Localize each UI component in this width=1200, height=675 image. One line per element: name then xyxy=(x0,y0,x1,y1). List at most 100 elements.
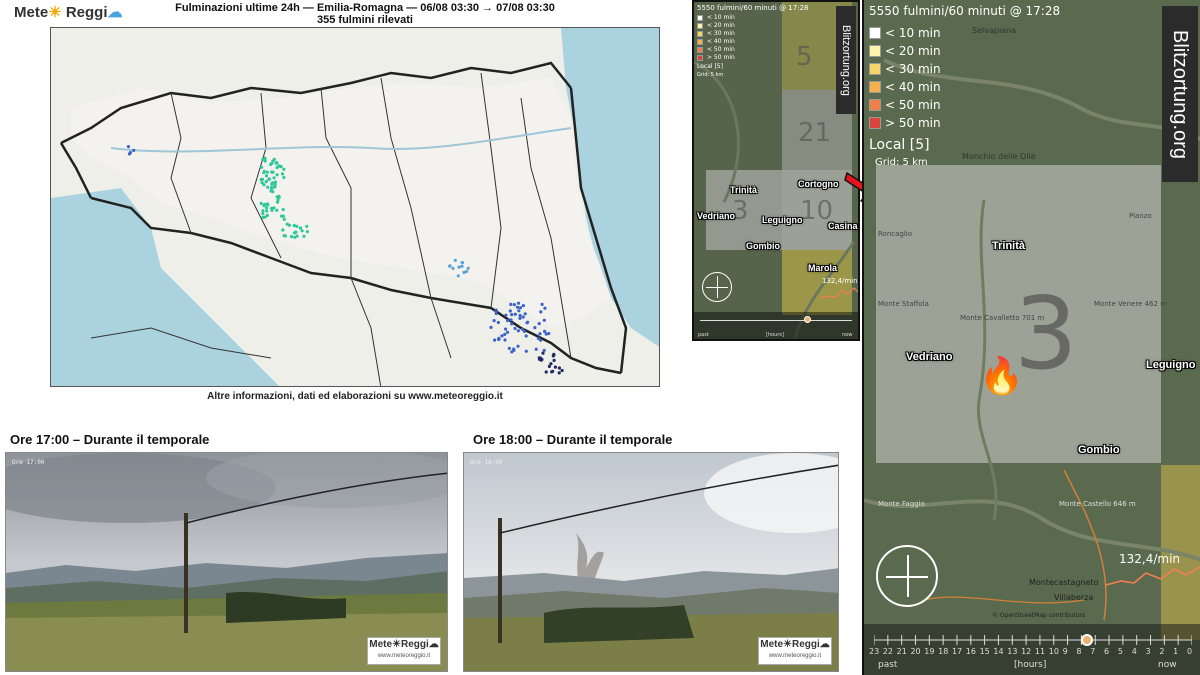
blitzortung-small-panel[interactable]: 5550 fulmini/60 minuti @ 17:28 < 10 min … xyxy=(692,0,860,341)
lightning-map[interactable] xyxy=(50,27,660,387)
webcam-caption: Ore 17:00 – Durante il temporale xyxy=(10,432,210,447)
place-label: Marola xyxy=(808,263,838,273)
strike-dot xyxy=(269,189,273,193)
strike-dot xyxy=(275,173,279,177)
legend-item: < 50 min xyxy=(697,46,735,54)
strike-dot xyxy=(269,162,273,167)
legend-swatch xyxy=(869,99,881,111)
strike-dot xyxy=(269,186,274,190)
strike-dot xyxy=(493,338,497,342)
strike-dot xyxy=(280,172,285,176)
strike-dot xyxy=(492,319,496,323)
rate-sparkline xyxy=(820,287,858,299)
map-label: Pianzo xyxy=(1129,212,1152,220)
map-label: Monte Faggio xyxy=(878,500,925,508)
strike-dot xyxy=(516,301,521,305)
strike-dot xyxy=(500,334,504,338)
strike-dot xyxy=(265,170,269,174)
strike-dot xyxy=(516,344,520,348)
strike-dot xyxy=(265,202,270,206)
sun-icon: ☀ xyxy=(48,4,62,21)
blitzortung-brand[interactable]: Blitzortung.org xyxy=(1162,6,1198,182)
strike-dot xyxy=(282,167,286,171)
webcam-image-1700: Ore 17:00 Mete☀Reggi☁ www.meteoreggio.it xyxy=(5,452,448,672)
brand-name-part: Mete xyxy=(14,4,49,21)
strike-dot xyxy=(523,312,527,316)
cloud-icon: ☁ xyxy=(107,4,123,21)
strike-dot xyxy=(549,362,553,366)
bz-small-timeline[interactable]: past [hours] now xyxy=(694,312,858,339)
bz-small-legend: < 10 min < 20 min < 30 min < 40 min < 50… xyxy=(697,14,735,79)
strike-dot xyxy=(262,169,266,173)
bz-rate: 132,4/min xyxy=(822,277,858,285)
map-label: Monte Castello 646 m xyxy=(1059,500,1136,508)
strike-dot xyxy=(272,176,276,180)
strike-dot xyxy=(521,304,525,308)
bz-grid-label: Grid: 5 km xyxy=(697,72,724,78)
timeline-hour-label: 2 xyxy=(1159,647,1165,656)
strike-dot xyxy=(282,217,286,221)
map-label: Roncaglio xyxy=(878,230,913,238)
timeline-hour-label: 23 xyxy=(869,647,880,656)
strike-dot xyxy=(524,349,528,353)
place-label: Gombio xyxy=(746,241,780,251)
strike-dot xyxy=(264,206,269,210)
strike-dot xyxy=(541,351,545,355)
timeline-hour-label: 0 xyxy=(1187,647,1193,656)
legend-swatch xyxy=(869,81,881,93)
strike-dot xyxy=(260,181,264,185)
bz-large-timeline[interactable]: 23 22 21 20 19 18 17 16 15 14 13 12 11 10 9 8 7 6 5 4 3 2 1 0 p… xyxy=(864,624,1200,675)
strike-dot xyxy=(510,322,514,326)
timeline-handle[interactable] xyxy=(804,316,811,323)
map-label: Monte Cavalletto 701 m xyxy=(960,314,1045,322)
strike-dot xyxy=(512,347,516,351)
map-label: Montecastagneto xyxy=(1029,578,1099,587)
map-title-line: Fulminazioni ultime 24h — Emilia-Romagna… xyxy=(175,2,555,14)
strike-dot xyxy=(513,312,517,316)
strike-dot xyxy=(524,334,528,338)
strike-dot xyxy=(494,308,498,312)
strike-dot xyxy=(537,322,541,326)
bz-local-label: Local [5] xyxy=(869,137,930,153)
blitzortung-large-panel[interactable]: 5550 fulmini/60 minuti @ 17:28 < 10 min … xyxy=(862,0,1200,675)
strike-dot xyxy=(294,230,298,234)
map-footer: Altre informazioni, dati ed elaborazioni… xyxy=(207,391,503,402)
bz-grid-label: Grid: 5 km xyxy=(875,157,928,168)
legend-swatch xyxy=(697,39,703,45)
strike-dot xyxy=(274,161,278,165)
strike-dot xyxy=(547,364,551,368)
timeline-hour-label: 15 xyxy=(979,647,990,656)
strike-dot xyxy=(507,346,511,350)
bz-large-header: 5550 fulmini/60 minuti @ 17:28 xyxy=(869,4,1061,18)
strike-dot xyxy=(457,265,461,269)
strike-dot xyxy=(521,327,525,331)
timeline-handle[interactable] xyxy=(1081,634,1093,646)
strike-dot xyxy=(298,226,303,230)
strike-dot xyxy=(293,235,297,239)
legend-swatch xyxy=(869,27,881,39)
strike-dot xyxy=(261,209,265,213)
timeline-hour-label: 9 xyxy=(1062,647,1068,656)
strike-count: 355 fulmini rilevati xyxy=(317,14,413,26)
crosshair-icon[interactable] xyxy=(702,272,732,302)
strike-dot xyxy=(260,165,264,169)
legend-swatch xyxy=(697,47,703,53)
strike-dot xyxy=(526,320,530,324)
place-label: Vedriano xyxy=(906,351,953,363)
legend-item: < 10 min xyxy=(697,14,735,22)
map-label: Selvapiana xyxy=(972,26,1017,35)
strike-dot xyxy=(504,313,508,317)
strike-dot xyxy=(542,318,546,322)
place-label: Trinità xyxy=(992,240,1026,252)
osm-attribution[interactable]: © OpenStreetMap contributors xyxy=(992,612,1085,619)
strike-dot xyxy=(282,175,286,180)
meteoreggio-logo: Mete☀ Reggi☁ xyxy=(14,3,154,25)
strike-dot xyxy=(550,370,554,374)
timeline-hour-label: 3 xyxy=(1145,647,1151,656)
legend-item: < 40 min xyxy=(869,78,941,96)
strike-dot xyxy=(453,258,457,262)
strike-dot xyxy=(533,326,537,330)
crosshair-icon[interactable] xyxy=(876,545,938,607)
blitzortung-brand[interactable]: Blitzortung.org xyxy=(836,6,856,114)
strike-dot xyxy=(265,209,269,213)
